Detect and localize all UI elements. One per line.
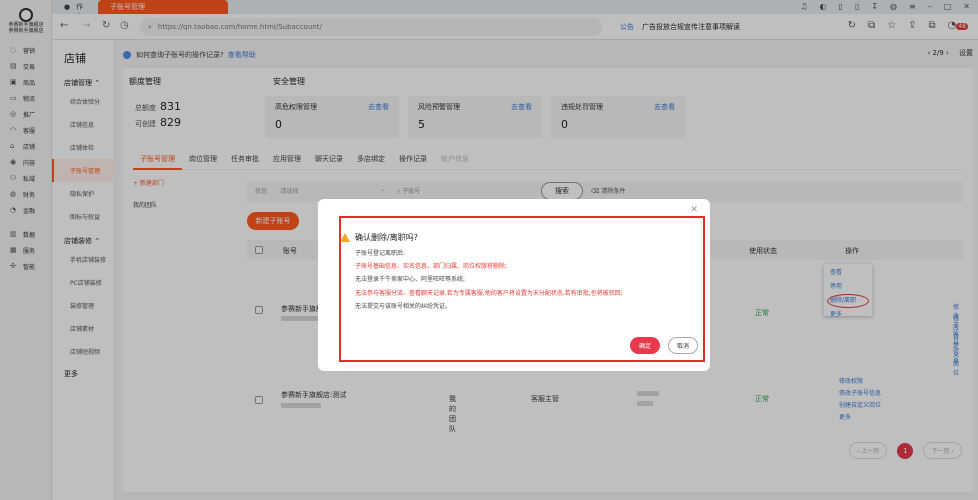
- modal-line: 子账号登记离职后:: [355, 250, 406, 257]
- modal-line: 无法登录千牛卖家中心、阿里旺旺等系统;: [355, 276, 466, 284]
- confirm-button[interactable]: 确定: [630, 337, 660, 354]
- warning-icon: [340, 233, 350, 242]
- cancel-button[interactable]: 取消: [668, 337, 698, 354]
- modal-line: 无法提交与该账号相关的纠纷凭证。: [355, 302, 452, 310]
- close-icon[interactable]: ✕: [690, 205, 698, 215]
- modal-body: 子账号登记离职后: 子账号基础信息、实名信息、部门归属、岗位权限将删除; 无法登…: [355, 247, 623, 313]
- modal-line-warning: 无法参与客服分流、查看聊天记录,若为专属客服,他的客户将设置为未分配状态,若有审…: [355, 289, 623, 297]
- modal-title: 确认删除/离职吗?: [340, 232, 418, 243]
- modal-line-warning: 子账号基础信息、实名信息、部门归属、岗位权限将删除;: [355, 263, 508, 271]
